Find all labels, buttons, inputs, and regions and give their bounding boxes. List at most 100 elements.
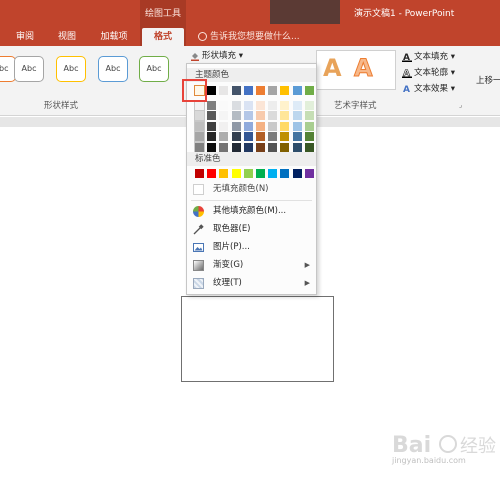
theme-color-swatch[interactable] [304,132,314,141]
standard-color-swatch[interactable] [280,169,290,178]
theme-color-swatch[interactable] [207,132,217,141]
standard-color-swatch[interactable] [304,169,314,178]
theme-color-swatch[interactable] [292,86,302,95]
theme-color-swatch[interactable] [304,111,314,120]
theme-color-swatch[interactable] [194,131,205,142]
theme-color-swatch[interactable] [280,86,290,95]
context-group-label: 绘图工具 [144,9,181,19]
theme-color-swatch[interactable] [207,86,217,95]
theme-color-swatch[interactable] [256,132,265,141]
standard-color-swatch[interactable] [231,169,241,178]
standard-color-swatch[interactable] [292,169,302,178]
theme-color-swatch[interactable] [268,121,278,131]
bring-forward-button[interactable]: 上移一 [476,74,500,86]
theme-color-swatch[interactable] [231,111,241,120]
standard-color-swatch[interactable] [268,169,278,178]
theme-color-swatch[interactable] [292,142,302,152]
theme-color-swatch[interactable] [219,121,229,131]
theme-color-swatch[interactable] [243,86,253,95]
more-fill-colors-label: 其他填充颜色(M)... [213,206,287,216]
picture-label: 图片(P)... [213,242,250,252]
theme-color-swatch[interactable] [243,100,253,110]
theme-color-swatch[interactable] [280,111,290,120]
theme-color-swatch[interactable] [231,121,241,131]
standard-color-swatch[interactable] [195,169,204,178]
eyedropper-option[interactable]: 取色器(E) [187,220,316,238]
paint-bucket-icon [190,51,200,61]
standard-color-swatch[interactable] [207,169,217,178]
theme-color-swatch[interactable] [292,111,302,120]
texture-label: 纹理(T) [213,278,242,288]
text-fill-label: 文本填充 [414,52,449,62]
shape-style-sample[interactable]: Abc [139,56,169,82]
gradient-option[interactable]: 渐变(G) ▶ [187,256,316,274]
theme-color-swatch[interactable] [268,100,278,110]
texture-option[interactable]: 纹理(T) ▶ [187,274,316,292]
theme-color-swatch[interactable] [256,100,265,110]
theme-color-swatch[interactable] [243,121,253,131]
theme-color-swatch[interactable] [292,121,302,131]
more-fill-colors-option[interactable]: 其他填充颜色(M)... [187,202,316,220]
shape-style-sample[interactable]: Abc [98,56,128,82]
tab-review[interactable]: 审阅 [10,28,40,46]
theme-color-swatch[interactable] [194,120,205,132]
tab-view[interactable]: 视图 [52,28,82,46]
shape-style-sample[interactable]: Abc [56,56,86,82]
theme-color-swatch[interactable] [243,142,253,152]
theme-color-swatch[interactable] [280,132,290,141]
theme-color-swatch[interactable] [292,100,302,110]
wordart-sample-icon[interactable]: A [323,54,342,82]
shape-style-sample[interactable]: Abc [14,56,44,82]
theme-color-swatch[interactable] [304,86,314,95]
standard-color-swatch[interactable] [256,169,265,178]
theme-color-swatch[interactable] [304,121,314,131]
theme-color-swatch[interactable] [256,111,265,120]
gradient-icon [193,260,204,271]
theme-color-swatch[interactable] [256,142,265,152]
no-fill-option[interactable]: 无填充颜色(N) [187,180,316,198]
text-effects-button[interactable]: A 文本效果 ▾ [402,82,455,95]
theme-color-swatch[interactable] [231,86,241,95]
theme-color-swatch[interactable] [231,132,241,141]
theme-color-swatch[interactable] [219,111,229,120]
theme-color-swatch[interactable] [268,111,278,120]
theme-color-swatch[interactable] [219,86,229,95]
theme-color-swatch[interactable] [304,100,314,110]
theme-color-swatch[interactable] [207,121,217,131]
theme-color-swatch[interactable] [219,142,229,152]
theme-color-swatch[interactable] [194,110,205,121]
theme-color-swatch[interactable] [304,142,314,152]
standard-color-swatch[interactable] [219,169,229,178]
tab-addins[interactable]: 加载项 [94,28,134,46]
theme-color-swatch[interactable] [219,132,229,141]
theme-color-swatch[interactable] [280,142,290,152]
theme-color-swatch[interactable] [219,100,229,110]
theme-color-swatch[interactable] [231,142,241,152]
dialog-launcher-icon[interactable]: ⌟ [459,101,462,109]
theme-color-swatch[interactable] [268,86,278,95]
theme-color-swatch[interactable] [280,121,290,131]
theme-color-swatch[interactable] [243,111,253,120]
theme-color-swatch[interactable] [280,100,290,110]
theme-color-swatch[interactable] [207,111,217,120]
standard-color-swatch[interactable] [243,169,253,178]
tab-format[interactable]: 格式 [142,28,184,46]
text-outline-button[interactable]: A 文本轮廓 ▾ [402,66,455,79]
picture-option[interactable]: 图片(P)... [187,238,316,256]
theme-color-swatch[interactable] [256,86,265,95]
theme-color-swatch[interactable] [231,100,241,110]
wordart-sample-icon[interactable]: A [354,54,374,83]
theme-color-swatch[interactable] [194,141,205,153]
theme-color-swatch[interactable] [268,132,278,141]
tell-me-box[interactable]: 告诉我您想要做什么... [198,28,300,46]
theme-color-swatch[interactable] [207,142,217,152]
theme-color-swatch[interactable] [256,121,265,131]
theme-color-swatch[interactable] [243,132,253,141]
theme-color-swatch[interactable] [292,132,302,141]
text-fill-button[interactable]: A 文本填充 ▾ [402,50,455,63]
theme-color-swatch[interactable] [268,142,278,152]
selection-highlight-box [182,79,207,102]
theme-color-swatch[interactable] [207,100,217,110]
rectangle-shape[interactable] [181,296,334,382]
shape-fill-button[interactable]: 形状填充 ▾ [190,49,243,61]
